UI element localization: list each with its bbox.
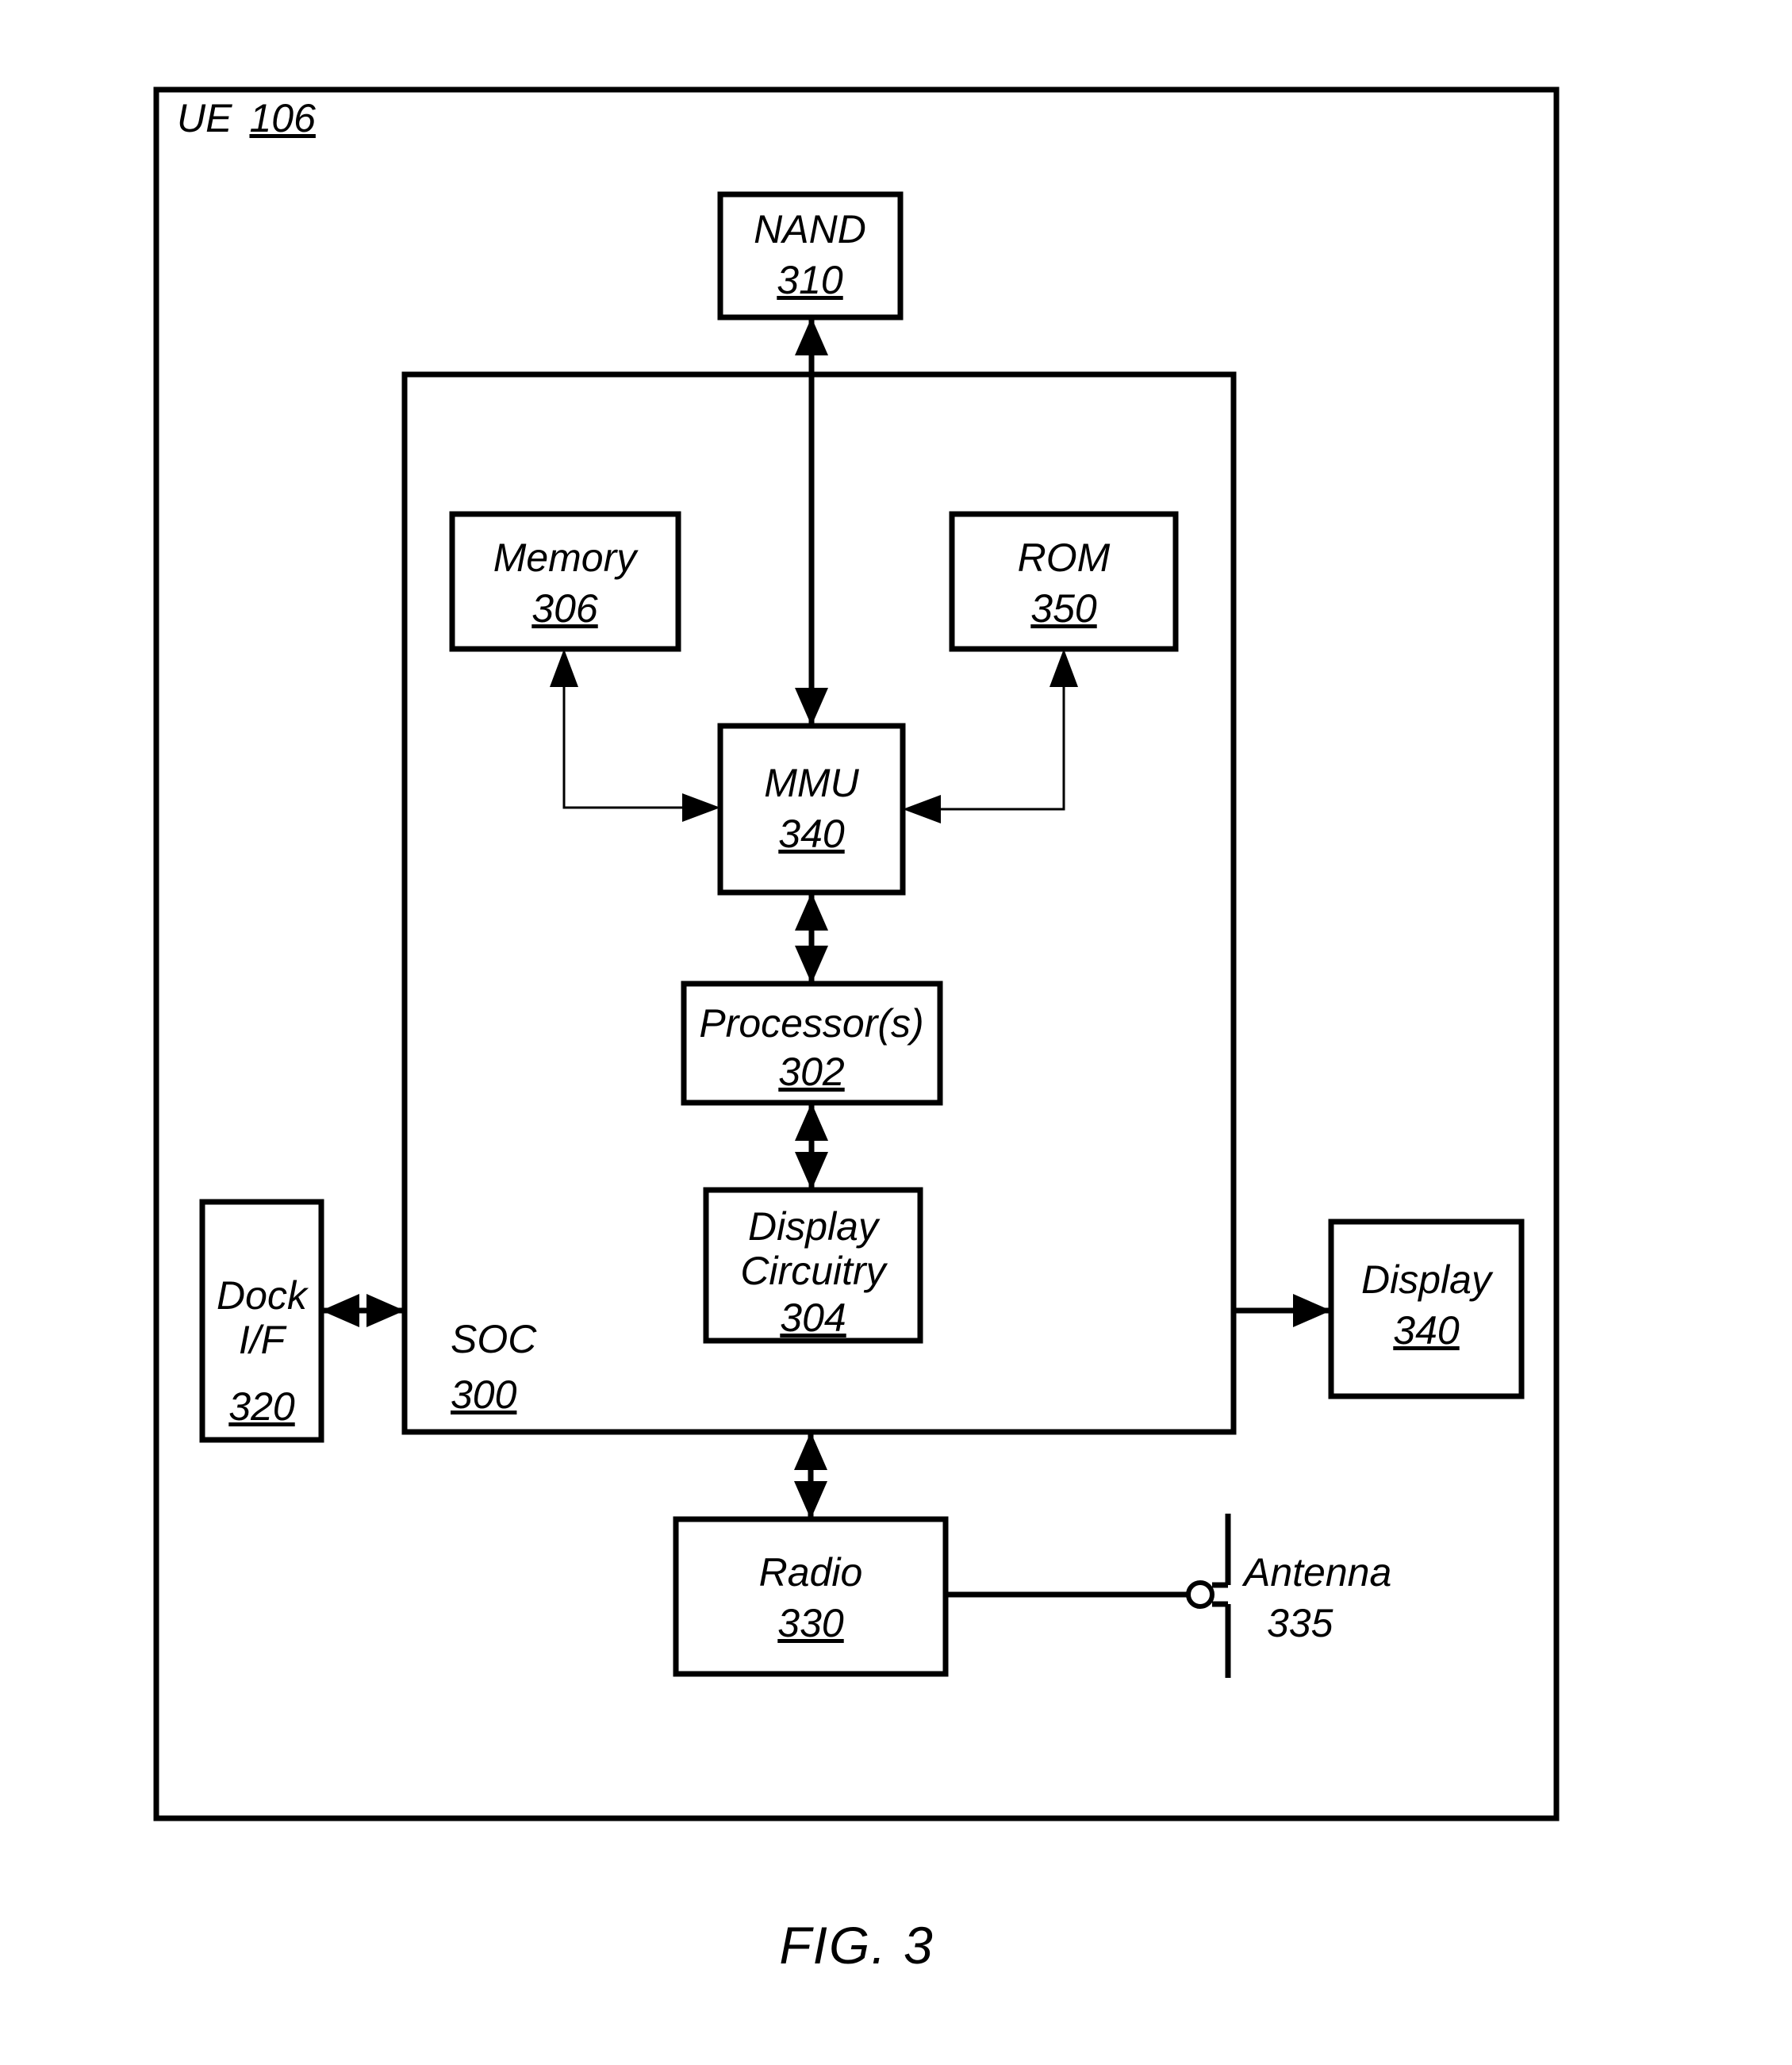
- block-dock-if-number: 320: [228, 1384, 295, 1429]
- block-memory-number: 306: [531, 586, 598, 631]
- block-radio-number: 330: [777, 1601, 844, 1645]
- block-mmu-number: 340: [778, 812, 845, 856]
- antenna-label-title: Antenna: [1241, 1550, 1391, 1595]
- block-display-title: Display: [1361, 1257, 1494, 1302]
- block-display-number: 340: [1393, 1308, 1460, 1353]
- block-dock-if-title2: I/F: [239, 1318, 287, 1362]
- block-display-circuitry-number: 304: [780, 1295, 846, 1340]
- block-display-circuitry-title: Display: [748, 1204, 881, 1249]
- block-mmu: [717, 723, 906, 896]
- block-display-circuitry-title2: Circuitry: [740, 1249, 888, 1293]
- figure-caption: FIG. 3: [779, 1916, 934, 1975]
- block-nand-number: 310: [777, 258, 843, 302]
- block-mmu-title: MMU: [764, 761, 859, 805]
- soc-label-title: SOC: [451, 1317, 537, 1361]
- antenna-label-number: 335: [1267, 1601, 1333, 1645]
- block-memory-title: Memory: [493, 535, 639, 580]
- block-nand-title: NAND: [754, 207, 866, 251]
- block-processor-number: 302: [778, 1050, 845, 1094]
- ue-label-number: 106: [249, 96, 316, 140]
- block-radio-title: Radio: [759, 1550, 863, 1595]
- block-radio: [673, 1516, 949, 1677]
- block-rom-title: ROM: [1018, 535, 1111, 580]
- ue-label-title: UE: [177, 96, 232, 140]
- patent-figure-3: UE 106 SOC 300 NAND 310 Memory 306 ROM 3…: [0, 0, 1792, 2065]
- antenna-feed-node: [1186, 1580, 1214, 1609]
- soc-label-number: 300: [451, 1372, 517, 1417]
- block-rom-number: 350: [1030, 586, 1097, 631]
- figure-canvas: UE 106 SOC 300 NAND 310 Memory 306 ROM 3…: [153, 86, 1560, 1975]
- block-processor-title: Processor(s): [699, 1001, 923, 1046]
- block-dock-if-title: Dock: [217, 1273, 309, 1318]
